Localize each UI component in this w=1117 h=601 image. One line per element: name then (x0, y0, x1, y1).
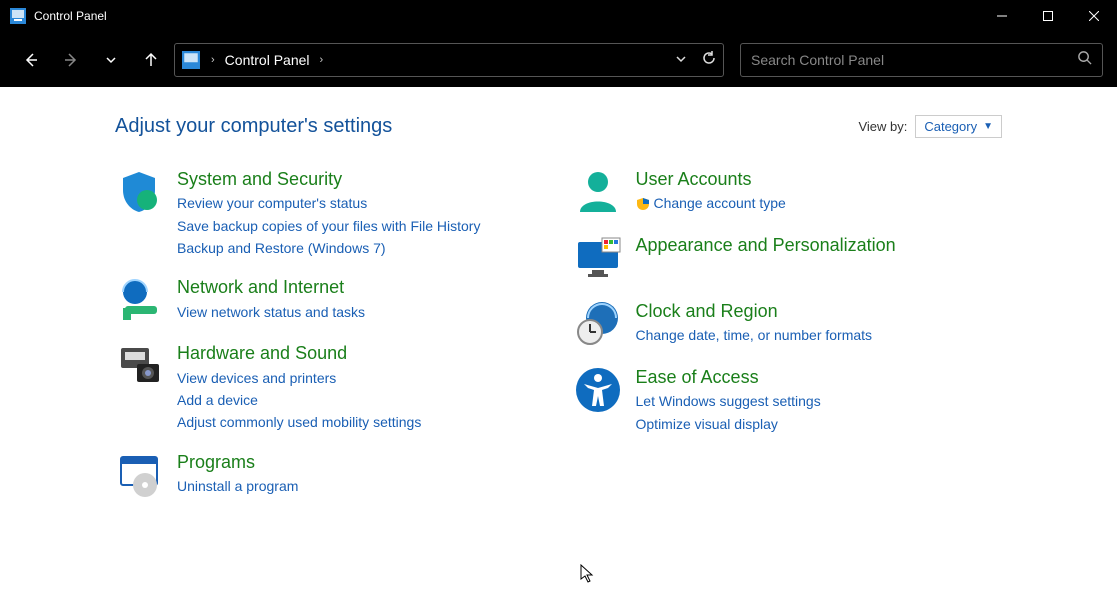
printer-camera-icon (115, 342, 163, 390)
breadcrumb-chevron-icon[interactable]: › (207, 54, 219, 66)
category-ease-of-access: Ease of Access Let Windows suggest setti… (574, 366, 1003, 434)
programs-disc-icon (115, 451, 163, 499)
category-title[interactable]: System and Security (177, 168, 480, 191)
clock-globe-icon (574, 300, 622, 348)
chevron-down-icon: ▼ (983, 121, 993, 132)
category-link[interactable]: Review your computer's status (177, 193, 480, 213)
category-title[interactable]: Clock and Region (636, 300, 873, 323)
category-link[interactable]: Adjust commonly used mobility settings (177, 412, 421, 432)
navbar: › Control Panel › (0, 32, 1117, 87)
globe-network-icon (115, 276, 163, 324)
category-link[interactable]: View devices and printers (177, 368, 421, 388)
search-input[interactable] (751, 52, 1077, 68)
category-link[interactable]: Change date, time, or number formats (636, 325, 873, 345)
category-link[interactable]: Backup and Restore (Windows 7) (177, 238, 480, 258)
uac-shield-icon (636, 197, 650, 211)
viewby-value: Category (924, 119, 977, 134)
category-network: Network and Internet View network status… (115, 276, 544, 324)
page-title: Adjust your computer's settings (115, 115, 858, 138)
category-link[interactable]: Let Windows suggest settings (636, 391, 821, 411)
category-link[interactable]: View network status and tasks (177, 302, 365, 322)
user-icon (574, 168, 622, 216)
control-panel-icon (10, 8, 26, 24)
shield-icon (115, 168, 163, 216)
accessibility-icon (574, 366, 622, 414)
category-hardware: Hardware and Sound View devices and prin… (115, 342, 544, 432)
category-title[interactable]: Programs (177, 451, 298, 474)
category-title[interactable]: Network and Internet (177, 276, 365, 299)
category-user-accounts: User Accounts Change account type (574, 168, 1003, 216)
titlebar: Control Panel (0, 0, 1117, 32)
category-title[interactable]: Hardware and Sound (177, 342, 421, 365)
maximize-button[interactable] (1025, 0, 1071, 32)
viewby-dropdown[interactable]: Category ▼ (915, 115, 1002, 138)
window-title: Control Panel (34, 9, 979, 23)
mouse-cursor-icon (580, 564, 596, 589)
category-system-security: System and Security Review your computer… (115, 168, 544, 258)
category-link[interactable]: Change account type (636, 193, 786, 213)
category-link[interactable]: Optimize visual display (636, 414, 821, 434)
search-box[interactable] (740, 43, 1103, 77)
window-controls (979, 0, 1117, 32)
category-link[interactable]: Add a device (177, 390, 421, 410)
address-bar[interactable]: › Control Panel › (174, 43, 724, 77)
control-panel-icon (181, 50, 201, 70)
viewby-label: View by: (858, 119, 907, 134)
close-button[interactable] (1071, 0, 1117, 32)
category-title[interactable]: User Accounts (636, 168, 786, 191)
category-title[interactable]: Appearance and Personalization (636, 234, 896, 257)
refresh-button[interactable] (701, 50, 717, 69)
category-link[interactable]: Save backup copies of your files with Fi… (177, 216, 480, 236)
monitor-personalization-icon (574, 234, 622, 282)
breadcrumb-item[interactable]: Control Panel (225, 52, 310, 68)
category-column-right: User Accounts Change account type Appear… (574, 168, 1003, 499)
recent-dropdown-button[interactable] (94, 43, 128, 77)
category-clock-region: Clock and Region Change date, time, or n… (574, 300, 1003, 348)
address-dropdown-button[interactable] (675, 52, 687, 68)
minimize-button[interactable] (979, 0, 1025, 32)
category-link[interactable]: Uninstall a program (177, 476, 298, 496)
forward-button[interactable] (54, 43, 88, 77)
content-area: Adjust your computer's settings View by:… (0, 87, 1117, 601)
breadcrumb-chevron-icon[interactable]: › (316, 54, 328, 66)
category-appearance: Appearance and Personalization (574, 234, 1003, 282)
search-icon[interactable] (1077, 50, 1092, 70)
category-programs: Programs Uninstall a program (115, 451, 544, 499)
category-title[interactable]: Ease of Access (636, 366, 821, 389)
back-button[interactable] (14, 43, 48, 77)
up-button[interactable] (134, 43, 168, 77)
category-column-left: System and Security Review your computer… (115, 168, 544, 499)
